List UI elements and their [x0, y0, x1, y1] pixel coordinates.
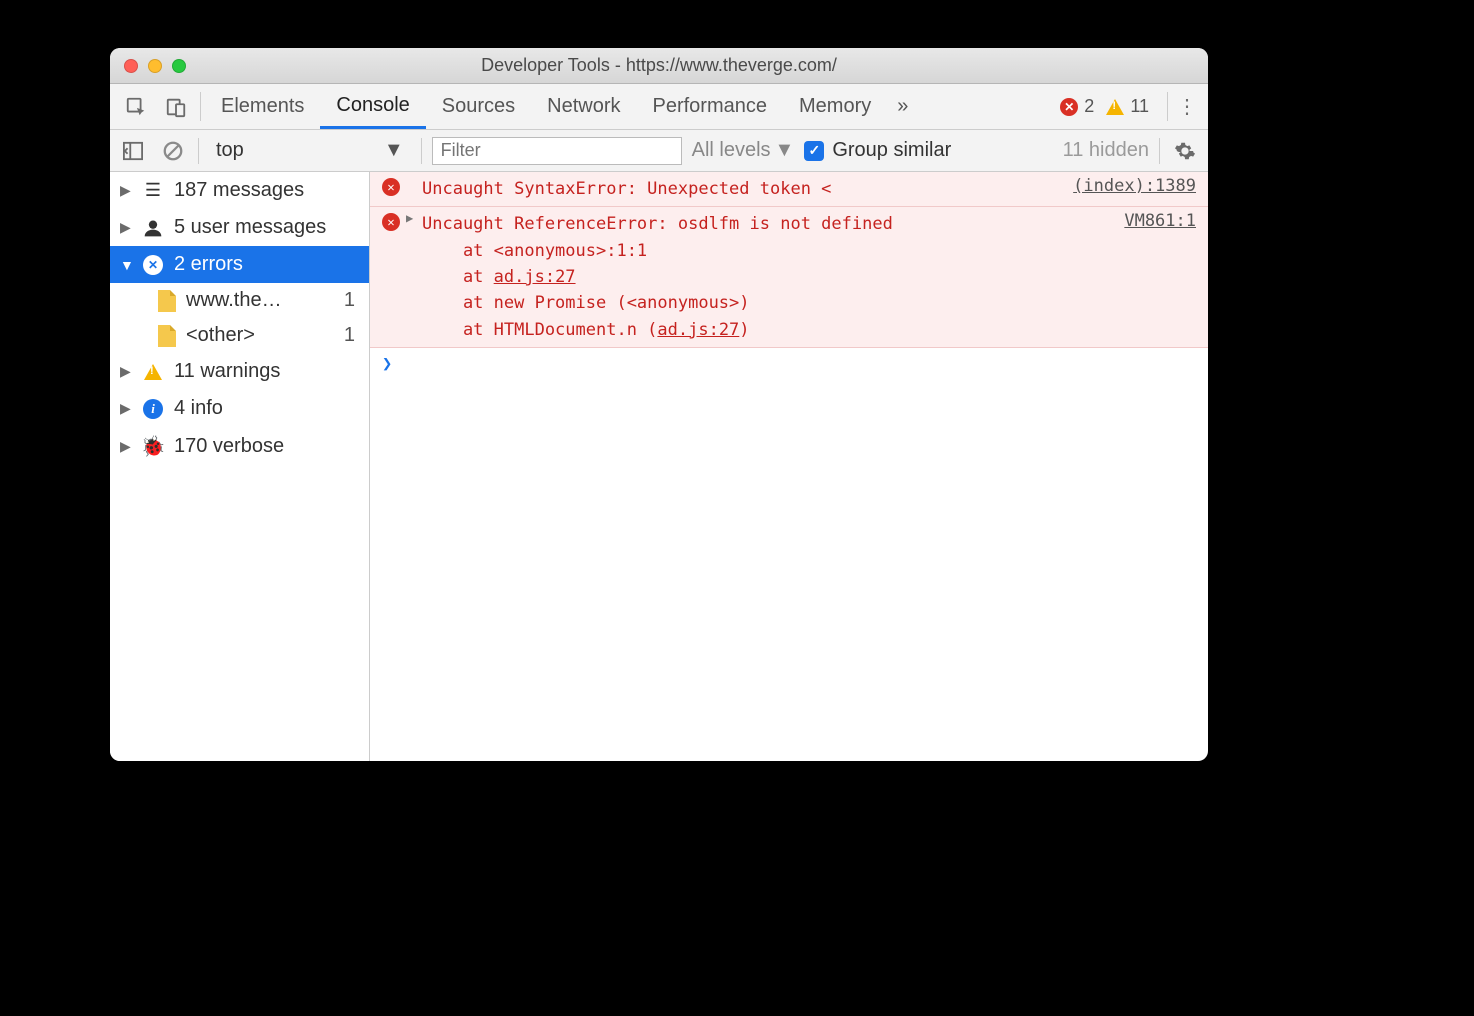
log-message: Uncaught ReferenceError: osdlfm is not d…	[422, 211, 1114, 343]
error-count: 2	[1084, 96, 1094, 117]
sidebar-subitem[interactable]: <other> 1	[110, 318, 369, 353]
console-error-row[interactable]: ✕ Uncaught SyntaxError: Unexpected token…	[370, 172, 1208, 207]
group-similar-checkbox[interactable]: ✓ Group similar	[804, 139, 951, 162]
filter-input[interactable]	[432, 137, 682, 165]
minimize-window-button[interactable]	[148, 59, 162, 73]
sidebar-item-warnings[interactable]: ▶ 11 warnings	[110, 353, 369, 390]
error-icon: ✕	[382, 178, 400, 196]
sidebar-item-all-messages[interactable]: ▶ ☰ 187 messages	[110, 172, 369, 209]
console-prompt[interactable]: ❯	[370, 348, 1208, 380]
info-icon: i	[142, 399, 164, 419]
caret-right-icon: ▶	[120, 363, 132, 380]
levels-label: All levels	[692, 139, 771, 162]
console-settings-icon[interactable]	[1170, 136, 1200, 166]
sidebar-subitem-label: <other>	[186, 324, 255, 347]
sidebar-item-verbose[interactable]: ▶ 🐞 170 verbose	[110, 427, 369, 466]
titlebar: Developer Tools - https://www.theverge.c…	[110, 48, 1208, 84]
hidden-messages-count[interactable]: 11 hidden	[1063, 139, 1149, 162]
log-levels-select[interactable]: All levels ▼	[692, 139, 795, 162]
settings-menu-button[interactable]: ⋮	[1172, 84, 1202, 129]
window-title: Developer Tools - https://www.theverge.c…	[110, 55, 1208, 76]
file-icon	[158, 290, 176, 312]
tabs-overflow-button[interactable]: »	[887, 84, 918, 129]
tab-network[interactable]: Network	[531, 84, 636, 129]
devtools-tabbar: Elements Console Sources Network Perform…	[110, 84, 1208, 130]
prompt-icon: ❯	[382, 354, 392, 374]
toggle-sidebar-icon[interactable]	[118, 136, 148, 166]
log-source-link[interactable]: VM861:1	[1114, 211, 1196, 343]
sidebar-subitem[interactable]: www.the… 1	[110, 283, 369, 318]
separator	[421, 138, 422, 164]
warning-icon	[142, 364, 164, 380]
tab-performance[interactable]: Performance	[637, 84, 784, 129]
tab-elements[interactable]: Elements	[205, 84, 320, 129]
sidebar-subitem-count: 1	[344, 289, 369, 312]
sidebar-item-errors[interactable]: ▼ ✕ 2 errors	[110, 246, 369, 283]
tab-console[interactable]: Console	[320, 84, 425, 129]
context-value: top	[216, 139, 244, 162]
sidebar-subitem-count: 1	[344, 324, 369, 347]
sidebar-subitem-label: www.the…	[186, 289, 282, 312]
sidebar-item-label: 5 user messages	[174, 216, 326, 239]
user-icon	[142, 218, 164, 238]
error-icon: ✕	[142, 255, 164, 275]
execution-context-select[interactable]: top ▼	[209, 136, 411, 165]
sidebar-item-label: 11 warnings	[174, 360, 280, 383]
error-icon: ✕	[1060, 98, 1078, 116]
sidebar-item-info[interactable]: ▶ i 4 info	[110, 390, 369, 427]
panel-tabs: Elements Console Sources Network Perform…	[205, 84, 918, 129]
console-sidebar: ▶ ☰ 187 messages ▶ 5 user messages ▼ ✕ 2…	[110, 172, 370, 761]
sidebar-item-label: 170 verbose	[174, 435, 284, 458]
close-window-button[interactable]	[124, 59, 138, 73]
inspect-element-icon[interactable]	[116, 84, 156, 129]
expand-trace-icon[interactable]: ▶	[406, 211, 413, 225]
separator	[1159, 138, 1160, 164]
separator	[200, 92, 201, 121]
console-toolbar: top ▼ All levels ▼ ✓ Group similar 11 hi…	[110, 130, 1208, 172]
zoom-window-button[interactable]	[172, 59, 186, 73]
window-controls	[110, 59, 186, 73]
caret-right-icon: ▶	[120, 438, 132, 455]
sidebar-item-user-messages[interactable]: ▶ 5 user messages	[110, 209, 369, 246]
error-warning-badges[interactable]: ✕ 2 11	[1054, 84, 1163, 129]
caret-right-icon: ▶	[120, 182, 132, 199]
chevron-down-icon: ▼	[384, 139, 404, 162]
warning-icon	[1106, 99, 1124, 115]
sidebar-item-label: 4 info	[174, 397, 223, 420]
console-log-panel: ✕ Uncaught SyntaxError: Unexpected token…	[370, 172, 1208, 761]
list-icon: ☰	[142, 180, 164, 201]
clear-console-icon[interactable]	[158, 136, 188, 166]
caret-right-icon: ▶	[120, 219, 132, 236]
separator	[1167, 92, 1168, 121]
devtools-window: Developer Tools - https://www.theverge.c…	[110, 48, 1208, 761]
console-content: ▶ ☰ 187 messages ▶ 5 user messages ▼ ✕ 2…	[110, 172, 1208, 761]
separator	[198, 138, 199, 164]
console-error-row[interactable]: ✕ ▶ Uncaught ReferenceError: osdlfm is n…	[370, 207, 1208, 348]
log-source-link[interactable]: (index):1389	[1063, 176, 1196, 202]
chevron-down-icon: ▼	[775, 139, 795, 162]
checkbox-checked-icon: ✓	[804, 141, 824, 161]
file-icon	[158, 325, 176, 347]
warning-count: 11	[1130, 96, 1149, 117]
sidebar-item-label: 187 messages	[174, 179, 304, 202]
error-icon: ✕	[382, 213, 400, 231]
log-message: Uncaught SyntaxError: Unexpected token <	[422, 176, 1063, 202]
caret-right-icon: ▶	[120, 400, 132, 417]
sidebar-item-label: 2 errors	[174, 253, 243, 276]
tab-sources[interactable]: Sources	[426, 84, 531, 129]
tab-memory[interactable]: Memory	[783, 84, 887, 129]
caret-down-icon: ▼	[120, 257, 132, 273]
bug-icon: 🐞	[142, 434, 164, 459]
device-toolbar-icon[interactable]	[156, 84, 196, 129]
group-similar-label: Group similar	[832, 139, 951, 162]
